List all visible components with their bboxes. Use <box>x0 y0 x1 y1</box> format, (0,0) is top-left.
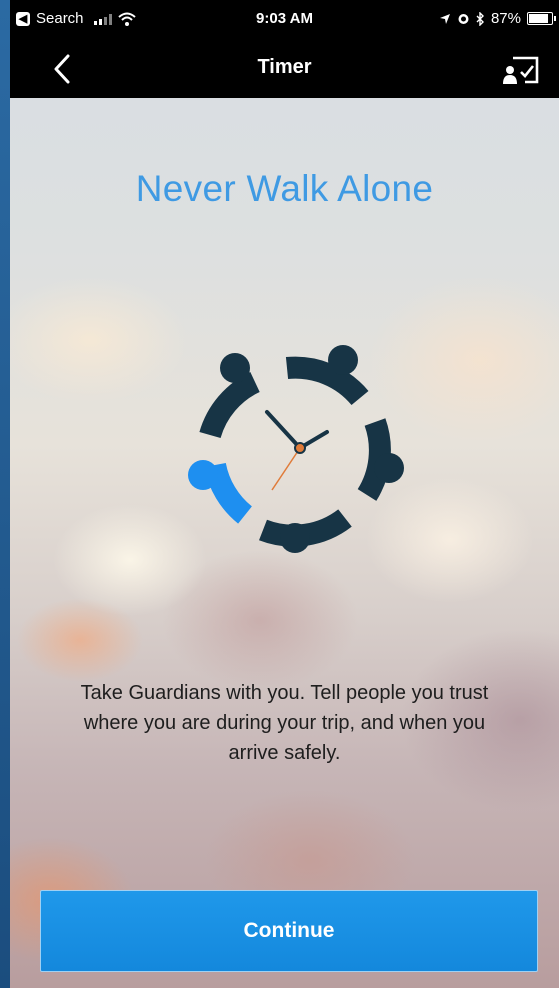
headline: Never Walk Alone <box>135 168 434 209</box>
bluetooth-icon <box>476 11 484 26</box>
status-bar: ◀ Search 9:03 AM 87% <box>10 0 559 40</box>
battery-percent: 87% <box>490 10 521 27</box>
nav-bar: Timer <box>10 40 559 98</box>
share-check-icon[interactable] <box>501 50 541 88</box>
guardians-clock-logo <box>188 345 404 553</box>
location-icon <box>439 13 450 24</box>
description-text: Take Guardians with you. Tell people you… <box>80 682 489 764</box>
battery-icon <box>527 12 556 25</box>
status-right: 87% <box>439 10 556 27</box>
alarm-icon <box>458 14 469 24</box>
continue-button[interactable]: Continue <box>40 890 538 972</box>
device-frame <box>0 0 10 988</box>
phone-screen: ◀ Search 9:03 AM 87% Timer Never Walk Al… <box>10 0 559 988</box>
nav-title: Timer <box>257 56 312 78</box>
